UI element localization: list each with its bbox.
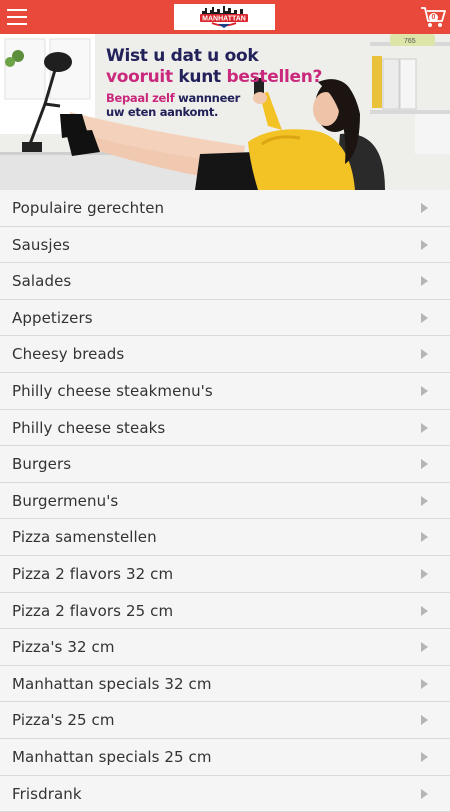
category-item[interactable]: Philly cheese steaks	[0, 410, 450, 447]
category-item[interactable]: Cheesy breads	[0, 336, 450, 373]
chevron-right-icon	[421, 642, 428, 652]
category-label: Populaire gerechten	[12, 199, 164, 217]
banner-word-wannneer: wannneer	[178, 91, 240, 105]
category-item[interactable]: Sausjes	[0, 227, 450, 264]
category-item[interactable]: Burgermenu's	[0, 483, 450, 520]
chevron-right-icon	[421, 569, 428, 579]
category-item[interactable]: Pizza 2 flavors 32 cm	[0, 556, 450, 593]
category-label: Pizza samenstellen	[12, 528, 157, 546]
chevron-right-icon	[421, 532, 428, 542]
cart-count-badge: 0	[429, 13, 438, 22]
hamburger-line	[7, 23, 27, 25]
banner-line-3: Bepaal zelf wannneer	[106, 91, 322, 105]
chevron-right-icon	[421, 240, 428, 250]
category-label: Burgermenu's	[12, 492, 118, 510]
chevron-right-icon	[421, 789, 428, 799]
category-item[interactable]: Pizza 2 flavors 25 cm	[0, 593, 450, 630]
category-label: Pizza 2 flavors 25 cm	[12, 602, 173, 620]
category-label: Appetizers	[12, 309, 93, 327]
hamburger-line	[7, 9, 27, 11]
chevron-right-icon	[421, 606, 428, 616]
chevron-right-icon	[421, 715, 428, 725]
chevron-right-icon	[421, 752, 428, 762]
category-label: Manhattan specials 32 cm	[12, 675, 212, 693]
hamburger-menu-icon[interactable]	[7, 8, 27, 26]
chevron-right-icon	[421, 349, 428, 359]
category-item[interactable]: Frisdrank	[0, 776, 450, 812]
category-item[interactable]: Manhattan specials 32 cm	[0, 666, 450, 703]
banner-line-4: uw eten aankomt.	[106, 105, 322, 119]
category-label: Philly cheese steakmenu's	[12, 382, 213, 400]
category-item[interactable]: Burgers	[0, 446, 450, 483]
category-list: Populaire gerechten Sausjes Salades Appe…	[0, 190, 450, 812]
chevron-right-icon	[421, 313, 428, 323]
category-label: Burgers	[12, 455, 71, 473]
category-item[interactable]: Appetizers	[0, 300, 450, 337]
banner-line-2: vooruit kunt bestellen?	[106, 67, 322, 88]
category-label: Sausjes	[12, 236, 70, 254]
manhattan-logo[interactable]: MANHATTAN	[174, 4, 275, 30]
top-app-bar: MANHATTAN 0	[0, 0, 450, 34]
banner-highlight-vooruit: vooruit	[106, 67, 173, 87]
category-label: Philly cheese steaks	[12, 419, 165, 437]
category-label: Cheesy breads	[12, 345, 124, 363]
chevron-right-icon	[421, 679, 428, 689]
category-item[interactable]: Pizza's 25 cm	[0, 702, 450, 739]
category-item[interactable]: Pizza samenstellen	[0, 519, 450, 556]
chevron-right-icon	[421, 276, 428, 286]
category-label: Manhattan specials 25 cm	[12, 748, 212, 766]
banner-highlight-bestellen: bestellen?	[226, 67, 322, 87]
logo-graphic: MANHATTAN	[174, 4, 275, 30]
logo-text: MANHATTAN	[202, 16, 246, 23]
category-item[interactable]: Populaire gerechten	[0, 190, 450, 227]
category-label: Pizza's 32 cm	[12, 638, 115, 656]
banner-line-1: Wist u dat u ook	[106, 46, 322, 67]
chevron-right-icon	[421, 459, 428, 469]
banner-headline: Wist u dat u ook vooruit kunt bestellen?…	[106, 46, 322, 119]
category-item[interactable]: Manhattan specials 25 cm	[0, 739, 450, 776]
promo-banner[interactable]: 765 Wist	[0, 34, 450, 190]
chevron-right-icon	[421, 386, 428, 396]
hamburger-line	[7, 16, 27, 18]
chevron-right-icon	[421, 423, 428, 433]
svg-text:765: 765	[404, 38, 416, 45]
category-item[interactable]: Pizza's 32 cm	[0, 629, 450, 666]
category-label: Pizza's 25 cm	[12, 711, 115, 729]
category-label: Pizza 2 flavors 32 cm	[12, 565, 173, 583]
shopping-cart-icon[interactable]: 0	[420, 5, 446, 29]
banner-highlight-bepaal-zelf: Bepaal zelf	[106, 91, 174, 105]
chevron-right-icon	[421, 496, 428, 506]
category-label: Salades	[12, 272, 71, 290]
banner-word-kunt: kunt	[178, 67, 220, 87]
chevron-right-icon	[421, 203, 428, 213]
category-item[interactable]: Philly cheese steakmenu's	[0, 373, 450, 410]
category-item[interactable]: Salades	[0, 263, 450, 300]
